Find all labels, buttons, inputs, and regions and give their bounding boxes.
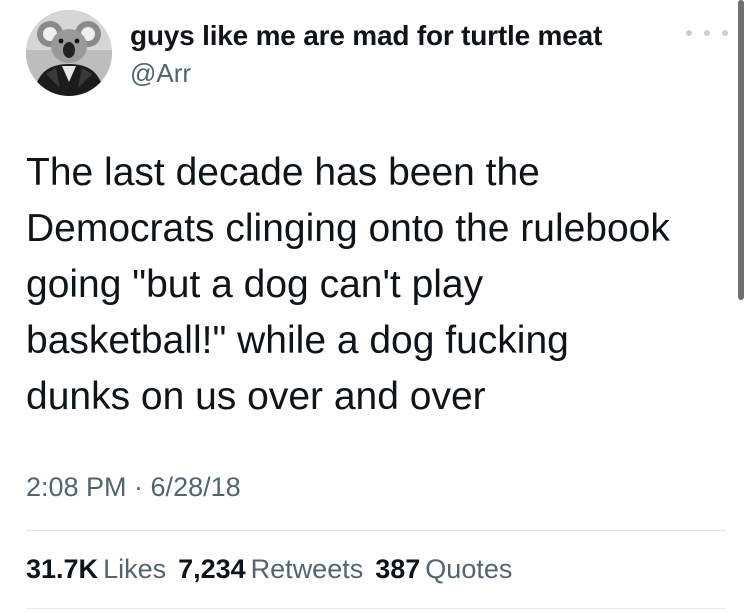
- retweets-count: 7,234: [178, 554, 246, 584]
- quotes-count: 387: [375, 554, 421, 584]
- tweet-text-line: going "but a dog can't play: [26, 263, 484, 306]
- koala-avatar-icon: [26, 10, 112, 96]
- divider: [26, 530, 726, 531]
- tweet-text: The last decade has been the Democrats c…: [26, 145, 736, 425]
- likes-label: Likes: [103, 554, 167, 584]
- tweet-card: guys like me are mad for turtle meat @Ar…: [0, 0, 750, 614]
- avatar[interactable]: [26, 10, 112, 96]
- quotes-stat[interactable]: 387 Quotes: [375, 554, 512, 585]
- likes-count: 31.7K: [26, 554, 99, 584]
- tweet-timestamp[interactable]: 2:08 PM · 6/28/18: [26, 472, 241, 503]
- tweet-text-line: The last decade has been the: [26, 151, 540, 194]
- user-handle[interactable]: @Arr: [130, 58, 191, 89]
- dot: [704, 30, 710, 36]
- divider: [26, 608, 726, 609]
- display-name[interactable]: guys like me are mad for turtle meat: [130, 20, 602, 52]
- retweets-label: Retweets: [250, 554, 364, 584]
- quotes-label: Quotes: [425, 554, 513, 584]
- tweet-stats: 31.7K Likes 7,234 Retweets 387 Quotes: [26, 554, 512, 585]
- tweet-text-line: Democrats clinging onto the rulebook: [26, 207, 670, 250]
- dot: [686, 30, 692, 36]
- likes-stat[interactable]: 31.7K Likes: [26, 554, 166, 585]
- scrollbar[interactable]: [738, 0, 744, 300]
- retweets-stat[interactable]: 7,234 Retweets: [178, 554, 363, 585]
- tweet-text-line: basketball!" while a dog fucking: [26, 319, 569, 362]
- dot: [722, 30, 728, 36]
- tweet-text-line: dunks on us over and over: [26, 375, 486, 418]
- more-options-icon[interactable]: [686, 22, 728, 44]
